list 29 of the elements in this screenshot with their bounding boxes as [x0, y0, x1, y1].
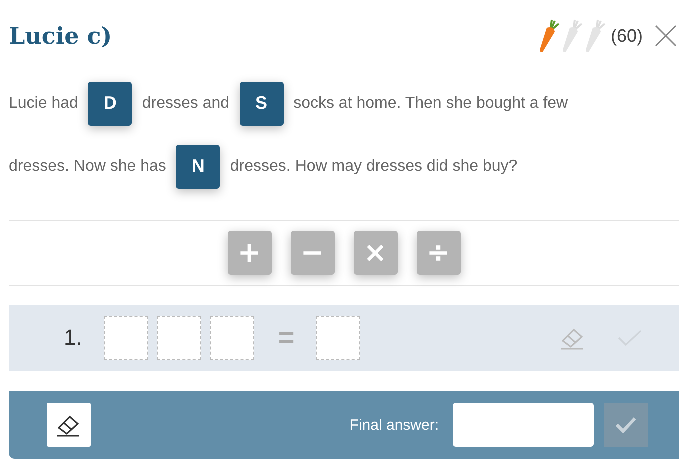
problem-text: Lucie had	[9, 94, 78, 112]
submit-button[interactable]	[604, 403, 648, 447]
problem-text: dresses and	[142, 94, 230, 112]
equation-number: 1.	[64, 325, 82, 351]
variable-tile[interactable]: N	[176, 144, 220, 188]
operator-tile[interactable]: +	[228, 231, 272, 275]
drop-slot[interactable]	[104, 316, 148, 360]
points-count: (60)	[610, 26, 643, 46]
problem-text: socks at home. Then she bought a few	[294, 94, 568, 112]
variable-tile[interactable]: S	[240, 82, 284, 126]
final-answer-label: Final answer:	[350, 416, 439, 434]
problem-text: dresses. Now she has	[9, 158, 166, 176]
drop-slot[interactable]	[316, 316, 360, 360]
check-icon	[615, 416, 637, 434]
operator-tile[interactable]: ×	[354, 231, 398, 275]
drop-slot[interactable]	[210, 316, 254, 360]
operator-tile[interactable]: ÷	[416, 231, 460, 275]
eraser-button[interactable]	[47, 403, 91, 447]
equals-sign: =	[278, 322, 295, 354]
variable-tile[interactable]: D	[88, 82, 132, 126]
operator-tile[interactable]: −	[290, 231, 334, 275]
exercise-title: Lucie c)	[9, 22, 114, 50]
final-answer-field[interactable]	[453, 403, 594, 447]
problem-text: dresses. How may dresses did she buy?	[230, 158, 518, 176]
close-button[interactable]	[655, 25, 677, 47]
drop-slot[interactable]	[157, 316, 202, 360]
carrot-outline-icon	[584, 18, 606, 54]
carrot-outline-icon	[560, 18, 583, 54]
carrot-icon	[538, 18, 560, 54]
